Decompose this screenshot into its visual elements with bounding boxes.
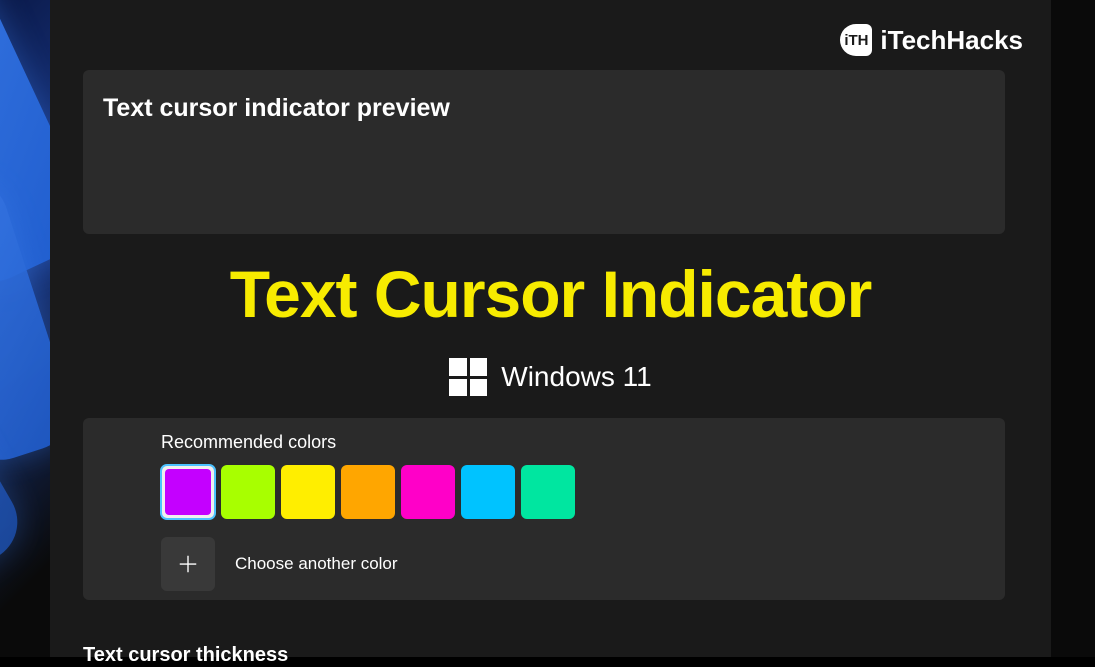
windows-logo-icon <box>449 358 487 396</box>
watermark-text: iTechHacks <box>880 25 1023 56</box>
color-swatch-6[interactable] <box>521 465 575 519</box>
color-swatch-3[interactable] <box>341 465 395 519</box>
choose-another-color-button[interactable] <box>161 537 215 591</box>
color-swatch-0[interactable] <box>161 465 215 519</box>
color-swatch-1[interactable] <box>221 465 275 519</box>
itechhacks-icon: iTH <box>840 24 872 56</box>
watermark: iTH iTechHacks <box>840 24 1023 56</box>
plus-icon <box>177 553 199 575</box>
text-cursor-thickness-label: Text cursor thickness <box>83 644 288 667</box>
recommended-colors-card: Recommended colors Choose another color <box>83 418 1005 600</box>
windows-brand: Windows 11 <box>50 358 1051 396</box>
choose-another-color-label: Choose another color <box>235 554 398 574</box>
recommended-colors-label: Recommended colors <box>161 432 927 453</box>
choose-another-row: Choose another color <box>161 537 927 591</box>
color-swatch-4[interactable] <box>401 465 455 519</box>
color-swatch-2[interactable] <box>281 465 335 519</box>
color-swatch-row <box>161 465 927 519</box>
hero-title: Text Cursor Indicator <box>50 256 1051 332</box>
windows-brand-text: Windows 11 <box>501 361 651 393</box>
preview-card: Text cursor indicator preview <box>83 70 1005 234</box>
color-swatch-5[interactable] <box>461 465 515 519</box>
preview-title: Text cursor indicator preview <box>103 94 985 123</box>
settings-panel: iTH iTechHacks Text cursor indicator pre… <box>50 0 1051 657</box>
